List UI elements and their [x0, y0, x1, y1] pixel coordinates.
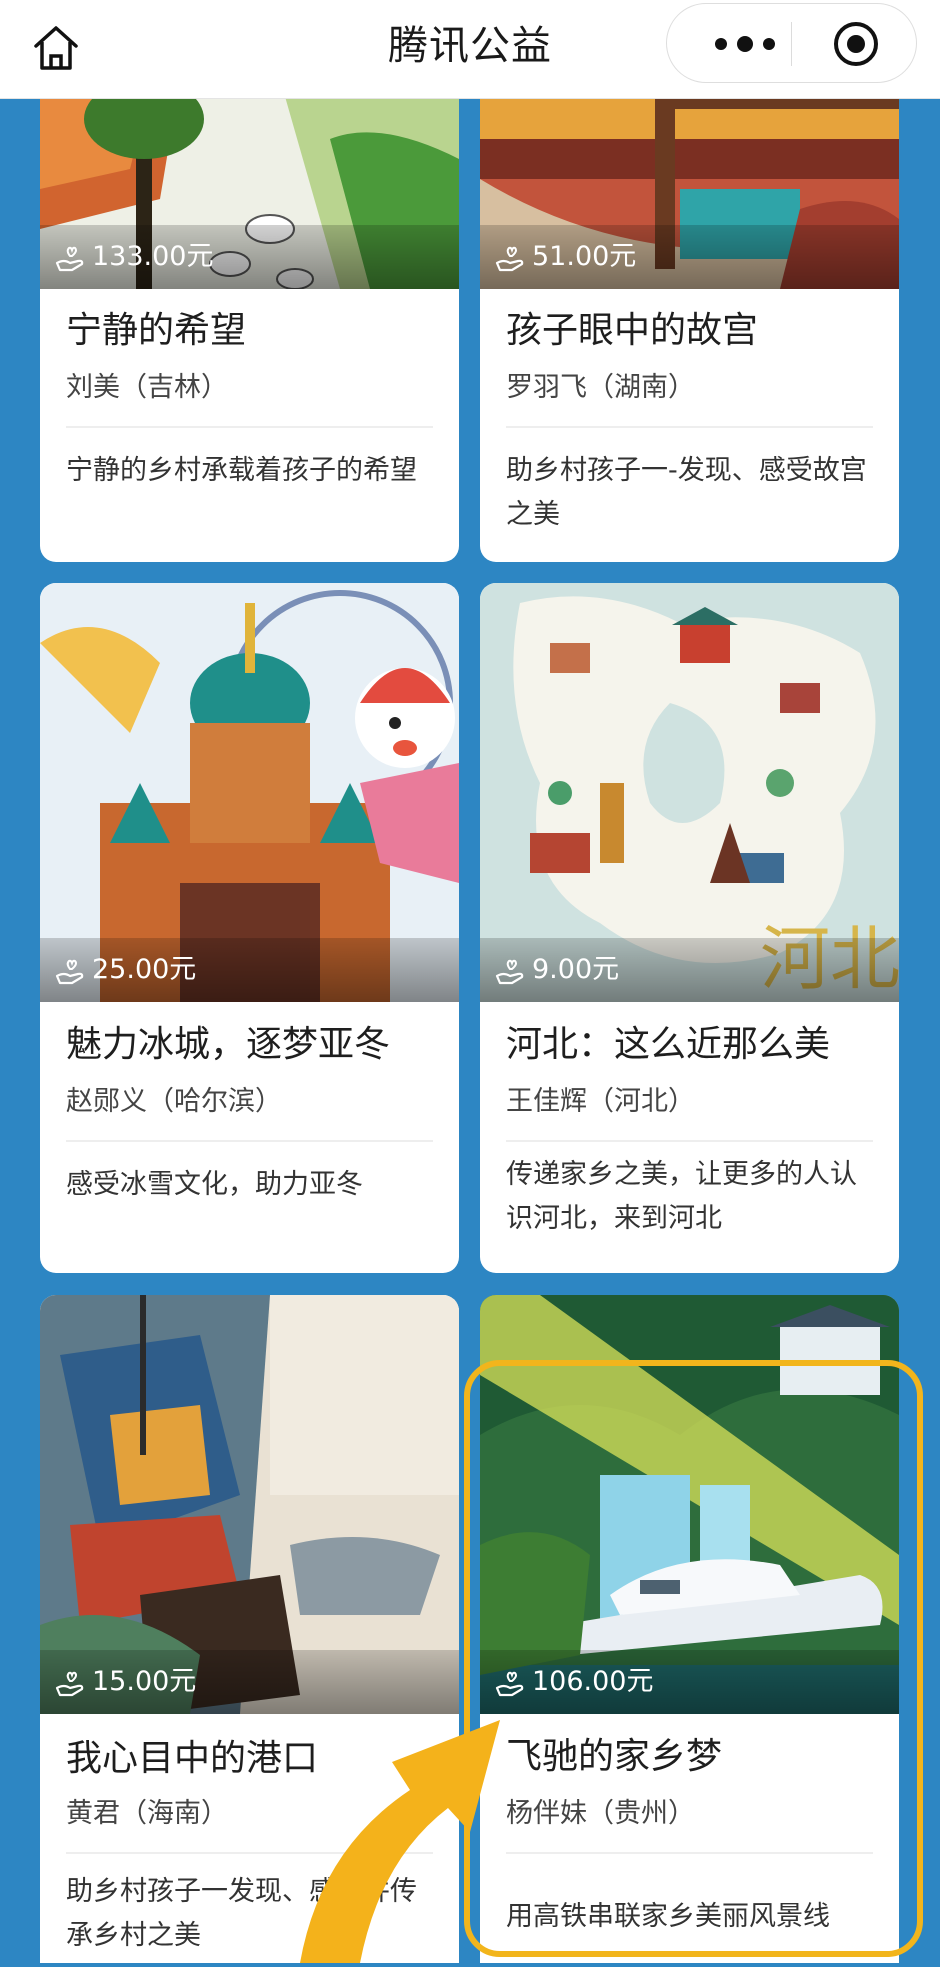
card-title: 飞驰的家乡梦: [506, 1736, 723, 1777]
card-description: 传递家乡之美，让更多的人认识河北，来到河北: [506, 1159, 857, 1234]
donate-hand-icon: [55, 246, 84, 272]
card-price: 15.00元: [92, 1666, 197, 1697]
card-title: 河北：这么近那么美: [506, 1024, 831, 1065]
capsule-menu: [666, 3, 917, 83]
card-divider: [506, 1140, 873, 1142]
pointer-arrow-icon: [280, 1700, 520, 1963]
card-price: 51.00元: [532, 241, 637, 272]
card-author: 赵郧义（哈尔滨）: [66, 1086, 282, 1117]
card-author: 刘美（吉林）: [66, 372, 228, 403]
card-title: 魅力冰城，逐梦亚冬: [66, 1024, 391, 1065]
donate-hand-icon: [495, 1671, 524, 1697]
card-description: 宁静的乡村承载着孩子的希望: [66, 455, 417, 486]
donate-hand-icon: [55, 959, 84, 985]
donate-hand-icon: [55, 1671, 84, 1697]
card-image: 河北 9.00元: [480, 583, 899, 1002]
capsule-divider: [791, 22, 792, 66]
card-divider: [66, 426, 433, 428]
card-title: 宁静的希望: [66, 310, 247, 351]
price-bar: 9.00元: [480, 938, 899, 1002]
card-price: 9.00元: [532, 954, 620, 985]
card-divider: [506, 1852, 873, 1854]
card-price: 25.00元: [92, 954, 197, 985]
price-bar: 106.00元: [480, 1650, 899, 1714]
target-close-icon[interactable]: [831, 19, 881, 69]
card-price: 106.00元: [532, 1666, 654, 1697]
card-item[interactable]: 133.00元 宁静的希望 刘美（吉林） 宁静的乡村承载着孩子的希望: [40, 99, 459, 562]
card-image: 106.00元: [480, 1295, 899, 1714]
card-image: 15.00元: [40, 1295, 459, 1714]
card-author: 杨伴妹（贵州）: [506, 1798, 695, 1829]
top-bar: 腾讯公益: [0, 0, 940, 99]
card-description: 感受冰雪文化，助力亚冬: [66, 1169, 363, 1200]
card-item[interactable]: 25.00元 魅力冰城，逐梦亚冬 赵郧义（哈尔滨） 感受冰雪文化，助力亚冬: [40, 583, 459, 1273]
more-dots-icon[interactable]: [705, 24, 785, 64]
donate-hand-icon: [495, 959, 524, 985]
card-divider: [506, 426, 873, 428]
card-description: 用高铁串联家乡美丽风景线: [506, 1901, 830, 1932]
card-title: 孩子眼中的故宫: [506, 310, 759, 351]
card-author: 黄君（海南）: [66, 1798, 228, 1829]
card-description: 助乡村孩子一-发现、感受故宫之美: [506, 455, 867, 530]
card-image: 51.00元: [480, 99, 899, 289]
card-grid: 133.00元 宁静的希望 刘美（吉林） 宁静的乡村承载着孩子的希望 51.00…: [0, 99, 940, 1963]
card-image: 25.00元: [40, 583, 459, 1002]
price-bar: 25.00元: [40, 938, 459, 1002]
card-item[interactable]: 河北 9.00元 河北：这么近那么美 王佳辉（河北） 传递家乡之美，让更多的人认…: [480, 583, 899, 1273]
price-bar: 133.00元: [40, 225, 459, 289]
card-item[interactable]: 106.00元 飞驰的家乡梦 杨伴妹（贵州） 用高铁串联家乡美丽风景线: [480, 1295, 899, 1963]
donate-hand-icon: [495, 246, 524, 272]
card-author: 王佳辉（河北）: [506, 1086, 695, 1117]
card-item[interactable]: 51.00元 孩子眼中的故宫 罗羽飞（湖南） 助乡村孩子一-发现、感受故宫之美: [480, 99, 899, 562]
card-price: 133.00元: [92, 241, 214, 272]
card-divider: [66, 1140, 433, 1142]
card-author: 罗羽飞（湖南）: [506, 372, 695, 403]
price-bar: 51.00元: [480, 225, 899, 289]
card-image: 133.00元: [40, 99, 459, 289]
